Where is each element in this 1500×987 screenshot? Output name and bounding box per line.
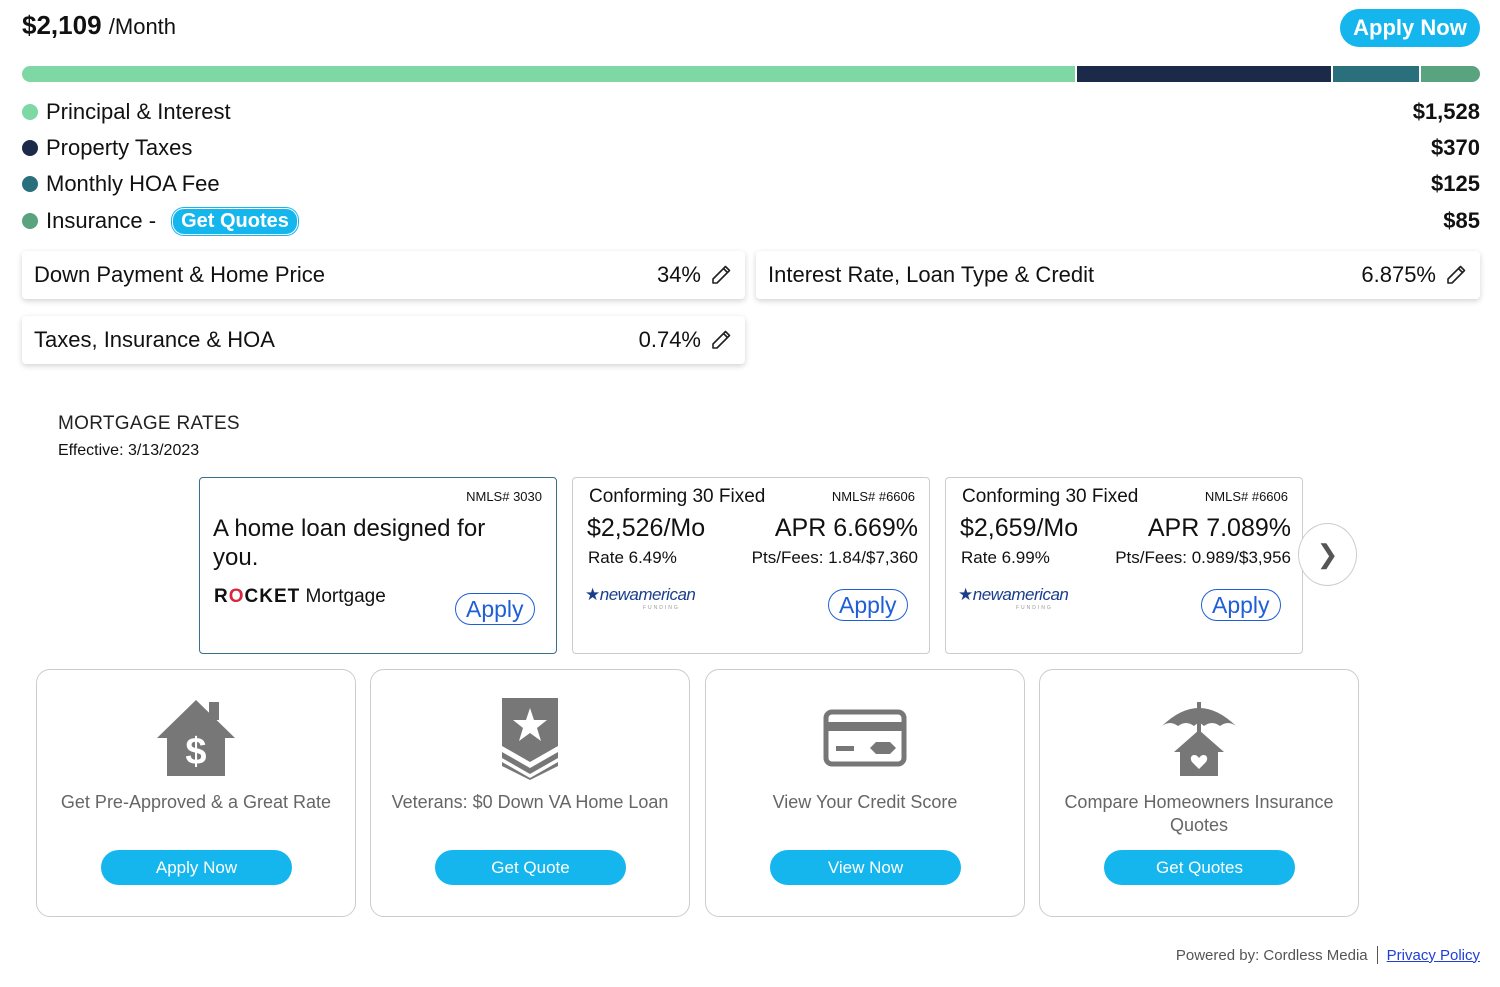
credit-card-icon [823,709,907,767]
promo-card-veterans: Veterans: $0 Down VA Home Loan Get Quote [370,669,690,917]
mortgage-rates-effective: Effective: 3/13/2023 [58,442,200,459]
loan-type: Conforming 30 Fixed [589,486,766,507]
monthly-total: $2,109 /Month [22,10,176,41]
apply-button[interactable]: Apply [1201,589,1281,621]
pencil-icon[interactable] [1444,263,1468,287]
legend-dot [22,176,38,192]
apply-now-promo-button[interactable]: Apply Now [101,850,292,885]
breakdown-label: Principal & Interest [46,99,231,124]
breakdown-row-principal: Principal & Interest $1,528 [22,97,1480,127]
breakdown-value: $85 [1443,208,1480,233]
get-quotes-link[interactable]: Get Quotes [172,207,298,235]
rate-card-newamerican-1[interactable]: Conforming 30 Fixed NMLS# #6606 $2,526/M… [572,477,930,654]
points-fees: Pts/Fees: 1.84/$7,360 [751,548,918,567]
bar-segment [1421,66,1480,82]
rate-card-rocket[interactable]: NMLS# 3030 A home loan designed for you.… [199,477,557,654]
breakdown-value: $370 [1431,135,1480,160]
loan-type: Conforming 30 Fixed [962,486,1139,507]
rate-card-headline: A home loan designed for you. [213,515,486,571]
bar-segment [1333,66,1420,82]
get-quote-button[interactable]: Get Quote [435,850,626,885]
payment-breakdown-bar [22,66,1480,82]
bar-segment [1076,66,1332,82]
pencil-icon[interactable] [709,328,733,352]
monthly-payment: $2,659/Mo [960,514,1079,542]
monthly-total-unit: /Month [108,14,177,39]
next-arrow-button[interactable]: ❯ [1298,523,1357,586]
pencil-icon[interactable] [709,263,733,287]
apply-button[interactable]: Apply [455,593,535,625]
svg-text:$: $ [185,731,206,773]
promo-text: Compare Homeowners Insurance Quotes [1064,792,1334,835]
promo-text: Veterans: $0 Down VA Home Loan [391,792,669,812]
setting-label: Taxes, Insurance & HOA [34,327,275,352]
interest-rate: Rate 6.99% [961,548,1050,567]
promo-card-insurance: Compare Homeowners Insurance Quotes Get … [1039,669,1359,917]
breakdown-label: Monthly HOA Fee [46,171,220,196]
setting-label: Down Payment & Home Price [34,262,325,287]
get-quotes-button[interactable]: Get Quotes [1104,850,1295,885]
chevron-right-icon: ❯ [1316,539,1339,569]
taxes-insurance-setting[interactable]: Taxes, Insurance & HOA 0.74% [22,316,745,364]
breakdown-row-hoa: Monthly HOA Fee $125 [22,169,1480,199]
nmls-number: NMLS# #6606 [1204,489,1288,504]
apr: APR 7.089% [1147,514,1291,542]
monthly-total-amount: $2,109 [22,10,102,40]
setting-label: Interest Rate, Loan Type & Credit [768,262,1095,287]
legend-dot [22,140,38,156]
breakdown-label: Property Taxes [46,135,193,160]
umbrella-house-icon [1162,702,1236,776]
footer: Powered by: Cordless Media Privacy Polic… [1176,946,1480,964]
points-fees: Pts/Fees: 0.989/$3,956 [1115,548,1291,567]
view-now-button[interactable]: View Now [770,850,961,885]
mortgage-rates-title: MORTGAGE RATES [58,413,240,434]
legend-dot [22,104,38,120]
house-dollar-icon: $ [157,700,235,776]
interest-rate-setting[interactable]: Interest Rate, Loan Type & Credit 6.875% [756,251,1480,299]
legend-dot [22,213,38,229]
monthly-payment: $2,526/Mo [587,514,706,542]
nmls-number: NMLS# #6606 [831,489,915,504]
breakdown-label: Insurance - [46,208,157,233]
setting-value: 6.875% [1361,262,1436,287]
interest-rate: Rate 6.49% [588,548,677,567]
setting-value: 0.74% [638,327,701,352]
promo-text: Get Pre-Approved & a Great Rate [60,792,332,812]
apply-now-button[interactable]: Apply Now [1340,9,1480,47]
newamerican-logo: ★newamerican FUNDING [585,585,696,611]
breakdown-value: $125 [1431,171,1480,196]
setting-value: 34% [656,262,701,287]
rocket-mortgage-logo: ROCKET Mortgage [214,586,386,607]
apply-button[interactable]: Apply [828,589,908,621]
footer-divider [1376,946,1378,964]
promo-card-preapproved: $ Get Pre-Approved & a Great Rate Apply … [36,669,356,917]
breakdown-value: $1,528 [1412,99,1480,124]
powered-by-text: Powered by: Cordless Media [1175,946,1368,964]
privacy-policy-link[interactable]: Privacy Policy [1387,947,1480,964]
military-badge-icon [502,698,558,780]
breakdown-row-insurance: Insurance - Get Quotes $85 [22,206,1480,236]
promo-text: View Your Credit Score [772,792,958,812]
rate-card-newamerican-2[interactable]: Conforming 30 Fixed NMLS# #6606 $2,659/M… [945,477,1303,654]
promo-card-credit: View Your Credit Score View Now [705,669,1025,917]
nmls-number: NMLS# 3030 [466,489,542,504]
bar-segment [22,66,1075,82]
apr: APR 6.669% [774,514,918,542]
newamerican-logo: ★newamerican FUNDING [958,585,1069,611]
breakdown-row-taxes: Property Taxes $370 [22,133,1480,163]
down-payment-setting[interactable]: Down Payment & Home Price 34% [22,251,745,299]
